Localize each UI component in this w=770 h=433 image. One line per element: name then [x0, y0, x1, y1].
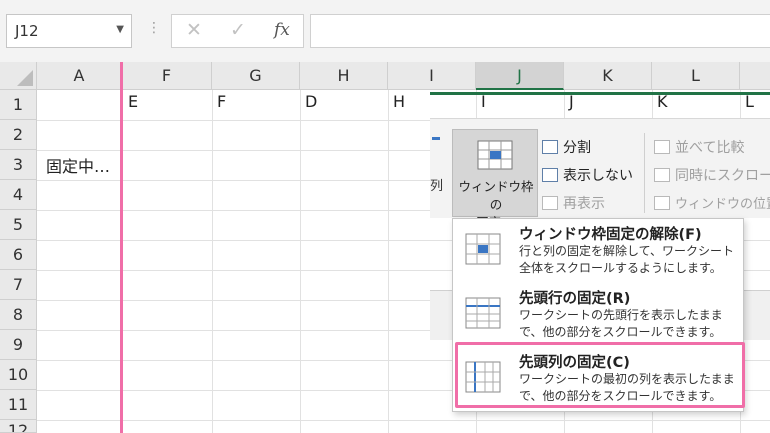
row-header-12[interactable]: 12: [0, 420, 37, 433]
row-header-6[interactable]: 6: [0, 240, 37, 270]
column-header-h[interactable]: H: [300, 62, 388, 90]
name-box-dropdown-icon[interactable]: ▼: [116, 24, 124, 35]
menu-item-unfreeze-panes[interactable]: ウィンドウ枠固定の解除(F) 行と列の固定を解除して、ワークシート全体をスクロー…: [453, 219, 743, 281]
row1-label: F: [217, 92, 227, 111]
cancel-icon[interactable]: ✕: [186, 19, 202, 41]
row-header-2[interactable]: 2: [0, 120, 37, 150]
ribbon-divider: [644, 133, 645, 213]
unfreeze-description: 行と列の固定を解除して、ワークシート全体をスクロールするようにします。: [519, 244, 735, 275]
side-by-side-icon: [654, 140, 670, 154]
selection-accent-bar: [430, 92, 770, 95]
reset-position-label: ウィンドウの位置: [675, 197, 770, 212]
hide-label: 表示しない: [563, 168, 633, 184]
row-header-5[interactable]: 5: [0, 210, 37, 240]
row-header-9[interactable]: 9: [0, 330, 37, 360]
reset-position-icon: [654, 196, 670, 210]
column-header-k[interactable]: K: [564, 62, 652, 90]
freeze-pane-line: [120, 62, 123, 433]
row1-label: E: [128, 92, 139, 111]
row-header-4[interactable]: 4: [0, 180, 37, 210]
row-header-11[interactable]: 11: [0, 390, 37, 420]
freeze-top-row-title: 先頭行の固定(R): [519, 291, 631, 307]
gridline: [212, 90, 213, 433]
freeze-top-row-description: ワークシートの先頭行を表示したままで、他の部分をスクロールできます。: [519, 308, 723, 339]
column-header-i[interactable]: I: [388, 62, 476, 90]
row1-label: H: [393, 92, 406, 111]
unhide-window-icon: [542, 196, 558, 210]
view-side-by-side-button[interactable]: 並べて比較: [654, 137, 744, 157]
row-header-1[interactable]: 1: [0, 90, 37, 120]
freeze-panes-button[interactable]: ウィンドウ枠の 固定 ⌄: [452, 129, 538, 230]
cell-a3[interactable]: 固定中…: [46, 153, 110, 177]
view-ribbon-window-group: 列 ウィンドウ枠の 固定 ⌄ 分割 表示しない 再表示 並べて比較 同時にスクロ…: [430, 118, 770, 230]
column-header-g[interactable]: G: [212, 62, 300, 90]
column-header-j[interactable]: J: [476, 62, 564, 90]
sync-scroll-button[interactable]: 同時にスクロー: [654, 165, 770, 185]
gridline: [37, 420, 770, 421]
hide-window-icon: [542, 168, 558, 182]
row-header-7[interactable]: 7: [0, 270, 37, 300]
column-header-partial[interactable]: [740, 62, 770, 90]
hide-button[interactable]: 表示しない: [542, 165, 633, 185]
name-box-value: J12: [15, 22, 39, 40]
formula-input[interactable]: [310, 14, 770, 48]
split-label: 分割: [563, 140, 591, 156]
partial-button-icon: [432, 137, 440, 149]
formula-bar: J12 ▼ ⋮ ✕ ✓ fx: [0, 0, 770, 62]
formula-bar-buttons: ✕ ✓ fx: [171, 14, 304, 48]
unhide-label: 再表示: [563, 196, 605, 212]
row-header-10[interactable]: 10: [0, 360, 37, 390]
split-button[interactable]: 分割: [542, 137, 591, 157]
menu-item-freeze-top-row[interactable]: 先頭行の固定(R) ワークシートの先頭行を表示したままで、他の部分をスクロールで…: [453, 283, 743, 345]
unfreeze-panes-icon: [465, 233, 501, 265]
split-icon: [542, 140, 558, 154]
sync-scroll-icon: [654, 168, 670, 182]
unhide-button[interactable]: 再表示: [542, 193, 605, 213]
gridline: [388, 90, 389, 433]
freeze-panes-label-line1: ウィンドウ枠の: [458, 179, 534, 212]
highlight-box-freeze-first-column: [455, 342, 745, 408]
gridline: [300, 90, 301, 433]
unfreeze-title: ウィンドウ枠固定の解除(F): [519, 227, 702, 243]
select-all-corner[interactable]: [0, 62, 37, 90]
formula-bar-grip-icon: ⋮: [147, 20, 161, 36]
view-side-by-side-label: 並べて比較: [675, 140, 745, 156]
reset-window-position-button[interactable]: ウィンドウの位置: [654, 193, 770, 212]
partial-button-label: 列: [430, 179, 444, 194]
sync-scroll-label: 同時にスクロー: [675, 168, 770, 184]
column-header-l[interactable]: L: [652, 62, 740, 90]
row-header-3[interactable]: 3: [0, 150, 37, 180]
freeze-panes-icon: [477, 140, 513, 170]
name-box[interactable]: J12 ▼: [6, 14, 132, 48]
enter-icon[interactable]: ✓: [230, 19, 246, 41]
column-header-f[interactable]: F: [122, 62, 212, 90]
insert-function-icon[interactable]: fx: [274, 20, 290, 40]
row-header-8[interactable]: 8: [0, 300, 37, 330]
column-header-a[interactable]: A: [37, 62, 122, 90]
freeze-top-row-icon: [465, 297, 501, 329]
row1-label: D: [305, 92, 318, 111]
